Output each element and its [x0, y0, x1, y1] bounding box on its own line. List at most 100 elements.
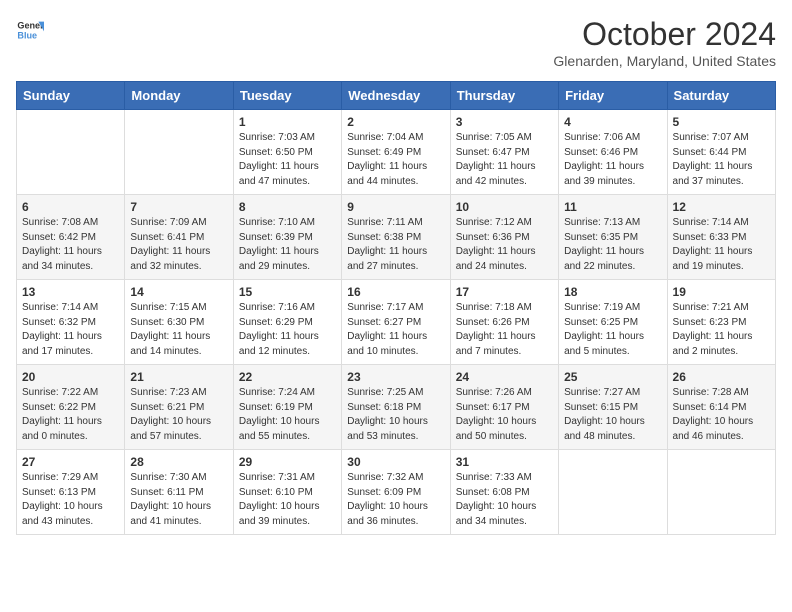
- day-content: Sunrise: 7:09 AMSunset: 6:41 PMDaylight:…: [130, 216, 227, 274]
- day-content: Sunrise: 7:14 AMSunset: 6:33 PMDaylight:…: [673, 216, 770, 274]
- calendar-cell: 26 Sunrise: 7:28 AMSunset: 6:14 PMDayligh…: [667, 365, 775, 450]
- calendar-week-2: 6 Sunrise: 7:08 AMSunset: 6:42 PMDaylight…: [17, 195, 776, 280]
- day-number: 2: [347, 115, 444, 129]
- calendar-cell: 6 Sunrise: 7:08 AMSunset: 6:42 PMDaylight…: [17, 195, 125, 280]
- calendar-cell: 29 Sunrise: 7:31 AMSunset: 6:10 PMDayligh…: [233, 450, 341, 535]
- calendar-cell: 23Sunrise: 7:25 AMSunset: 6:18 PMDayligh…: [342, 365, 450, 450]
- calendar-cell: 10 Sunrise: 7:12 AMSunset: 6:36 PMDayligh…: [450, 195, 558, 280]
- calendar-cell: 15Sunrise: 7:16 AMSunset: 6:29 PMDayligh…: [233, 280, 341, 365]
- day-number: 1: [239, 115, 336, 129]
- day-number: 22: [239, 370, 336, 384]
- calendar-cell: [17, 110, 125, 195]
- day-content: Sunrise: 7:05 AMSunset: 6:47 PMDaylight:…: [456, 131, 553, 189]
- calendar-cell: 12 Sunrise: 7:14 AMSunset: 6:33 PMDayligh…: [667, 195, 775, 280]
- calendar-week-4: 20 Sunrise: 7:22 AMSunset: 6:22 PMDayligh…: [17, 365, 776, 450]
- month-title: October 2024: [553, 16, 776, 53]
- calendar-cell: 8 Sunrise: 7:10 AMSunset: 6:39 PMDaylight…: [233, 195, 341, 280]
- day-number: 8: [239, 200, 336, 214]
- weekday-header-tuesday: Tuesday: [233, 82, 341, 110]
- day-number: 19: [673, 285, 770, 299]
- calendar-cell: 28 Sunrise: 7:30 AMSunset: 6:11 PMDayligh…: [125, 450, 233, 535]
- day-number: 28: [130, 455, 227, 469]
- calendar-cell: 27Sunrise: 7:29 AMSunset: 6:13 PMDayligh…: [17, 450, 125, 535]
- day-content: Sunrise: 7:19 AMSunset: 6:25 PMDaylight:…: [564, 301, 661, 359]
- day-number: 24: [456, 370, 553, 384]
- weekday-header-saturday: Saturday: [667, 82, 775, 110]
- weekday-header-sunday: Sunday: [17, 82, 125, 110]
- day-number: 29: [239, 455, 336, 469]
- day-content: Sunrise: 7:06 AMSunset: 6:46 PMDaylight:…: [564, 131, 661, 189]
- calendar-cell: 9 Sunrise: 7:11 AMSunset: 6:38 PMDaylight…: [342, 195, 450, 280]
- weekday-header-monday: Monday: [125, 82, 233, 110]
- day-number: 6: [22, 200, 119, 214]
- weekday-header-thursday: Thursday: [450, 82, 558, 110]
- day-content: Sunrise: 7:16 AMSunset: 6:29 PMDaylight:…: [239, 301, 336, 359]
- day-content: Sunrise: 7:07 AMSunset: 6:44 PMDaylight:…: [673, 131, 770, 189]
- calendar-cell: 20 Sunrise: 7:22 AMSunset: 6:22 PMDayligh…: [17, 365, 125, 450]
- day-number: 27: [22, 455, 119, 469]
- weekday-header-wednesday: Wednesday: [342, 82, 450, 110]
- day-content: Sunrise: 7:27 AMSunset: 6:15 PMDaylight:…: [564, 386, 661, 444]
- day-content: Sunrise: 7:30 AMSunset: 6:11 PMDaylight:…: [130, 471, 227, 529]
- day-content: Sunrise: 7:10 AMSunset: 6:39 PMDaylight:…: [239, 216, 336, 274]
- day-content: Sunrise: 7:13 AMSunset: 6:35 PMDaylight:…: [564, 216, 661, 274]
- calendar-cell: 1 Sunrise: 7:03 AMSunset: 6:50 PMDaylight…: [233, 110, 341, 195]
- day-content: Sunrise: 7:21 AMSunset: 6:23 PMDaylight:…: [673, 301, 770, 359]
- calendar-cell: 25 Sunrise: 7:27 AMSunset: 6:15 PMDayligh…: [559, 365, 667, 450]
- day-content: Sunrise: 7:25 AMSunset: 6:18 PMDaylight:…: [347, 386, 444, 444]
- day-content: Sunrise: 7:28 AMSunset: 6:14 PMDaylight:…: [673, 386, 770, 444]
- calendar-cell: 31 Sunrise: 7:33 AMSunset: 6:08 PMDayligh…: [450, 450, 558, 535]
- calendar-cell: [667, 450, 775, 535]
- day-number: 26: [673, 370, 770, 384]
- calendar-table: SundayMondayTuesdayWednesdayThursdayFrid…: [16, 81, 776, 535]
- day-number: 18: [564, 285, 661, 299]
- day-number: 21: [130, 370, 227, 384]
- day-content: Sunrise: 7:22 AMSunset: 6:22 PMDaylight:…: [22, 386, 119, 444]
- day-number: 3: [456, 115, 553, 129]
- calendar-cell: 3 Sunrise: 7:05 AMSunset: 6:47 PMDaylight…: [450, 110, 558, 195]
- day-number: 10: [456, 200, 553, 214]
- day-content: Sunrise: 7:17 AMSunset: 6:27 PMDaylight:…: [347, 301, 444, 359]
- day-number: 20: [22, 370, 119, 384]
- calendar-cell: 18 Sunrise: 7:19 AMSunset: 6:25 PMDayligh…: [559, 280, 667, 365]
- calendar-cell: [125, 110, 233, 195]
- calendar-cell: 7Sunrise: 7:09 AMSunset: 6:41 PMDaylight…: [125, 195, 233, 280]
- svg-text:Blue: Blue: [17, 30, 37, 40]
- day-number: 30: [347, 455, 444, 469]
- calendar-cell: 4 Sunrise: 7:06 AMSunset: 6:46 PMDaylight…: [559, 110, 667, 195]
- day-content: Sunrise: 7:11 AMSunset: 6:38 PMDaylight:…: [347, 216, 444, 274]
- page-header: General Blue October 2024 Glenarden, Mar…: [16, 16, 776, 69]
- calendar-cell: [559, 450, 667, 535]
- calendar-cell: 5Sunrise: 7:07 AMSunset: 6:44 PMDaylight…: [667, 110, 775, 195]
- day-number: 4: [564, 115, 661, 129]
- calendar-cell: 19 Sunrise: 7:21 AMSunset: 6:23 PMDayligh…: [667, 280, 775, 365]
- day-number: 9: [347, 200, 444, 214]
- day-number: 11: [564, 200, 661, 214]
- day-number: 31: [456, 455, 553, 469]
- logo-icon: General Blue: [16, 16, 44, 44]
- day-content: Sunrise: 7:03 AMSunset: 6:50 PMDaylight:…: [239, 131, 336, 189]
- calendar-cell: 30Sunrise: 7:32 AMSunset: 6:09 PMDayligh…: [342, 450, 450, 535]
- day-content: Sunrise: 7:12 AMSunset: 6:36 PMDaylight:…: [456, 216, 553, 274]
- calendar-cell: 24 Sunrise: 7:26 AMSunset: 6:17 PMDayligh…: [450, 365, 558, 450]
- calendar-cell: 13Sunrise: 7:14 AMSunset: 6:32 PMDayligh…: [17, 280, 125, 365]
- title-block: October 2024 Glenarden, Maryland, United…: [553, 16, 776, 69]
- calendar-cell: 11 Sunrise: 7:13 AMSunset: 6:35 PMDayligh…: [559, 195, 667, 280]
- day-number: 13: [22, 285, 119, 299]
- calendar-week-5: 27Sunrise: 7:29 AMSunset: 6:13 PMDayligh…: [17, 450, 776, 535]
- day-content: Sunrise: 7:31 AMSunset: 6:10 PMDaylight:…: [239, 471, 336, 529]
- calendar-week-1: 1 Sunrise: 7:03 AMSunset: 6:50 PMDaylight…: [17, 110, 776, 195]
- day-content: Sunrise: 7:33 AMSunset: 6:08 PMDaylight:…: [456, 471, 553, 529]
- calendar-cell: 14Sunrise: 7:15 AMSunset: 6:30 PMDayligh…: [125, 280, 233, 365]
- day-content: Sunrise: 7:04 AMSunset: 6:49 PMDaylight:…: [347, 131, 444, 189]
- day-number: 14: [130, 285, 227, 299]
- calendar-cell: 2 Sunrise: 7:04 AMSunset: 6:49 PMDaylight…: [342, 110, 450, 195]
- calendar-cell: 21Sunrise: 7:23 AMSunset: 6:21 PMDayligh…: [125, 365, 233, 450]
- weekday-header-friday: Friday: [559, 82, 667, 110]
- day-number: 17: [456, 285, 553, 299]
- day-number: 12: [673, 200, 770, 214]
- day-content: Sunrise: 7:24 AMSunset: 6:19 PMDaylight:…: [239, 386, 336, 444]
- day-content: Sunrise: 7:26 AMSunset: 6:17 PMDaylight:…: [456, 386, 553, 444]
- day-content: Sunrise: 7:08 AMSunset: 6:42 PMDaylight:…: [22, 216, 119, 274]
- day-number: 25: [564, 370, 661, 384]
